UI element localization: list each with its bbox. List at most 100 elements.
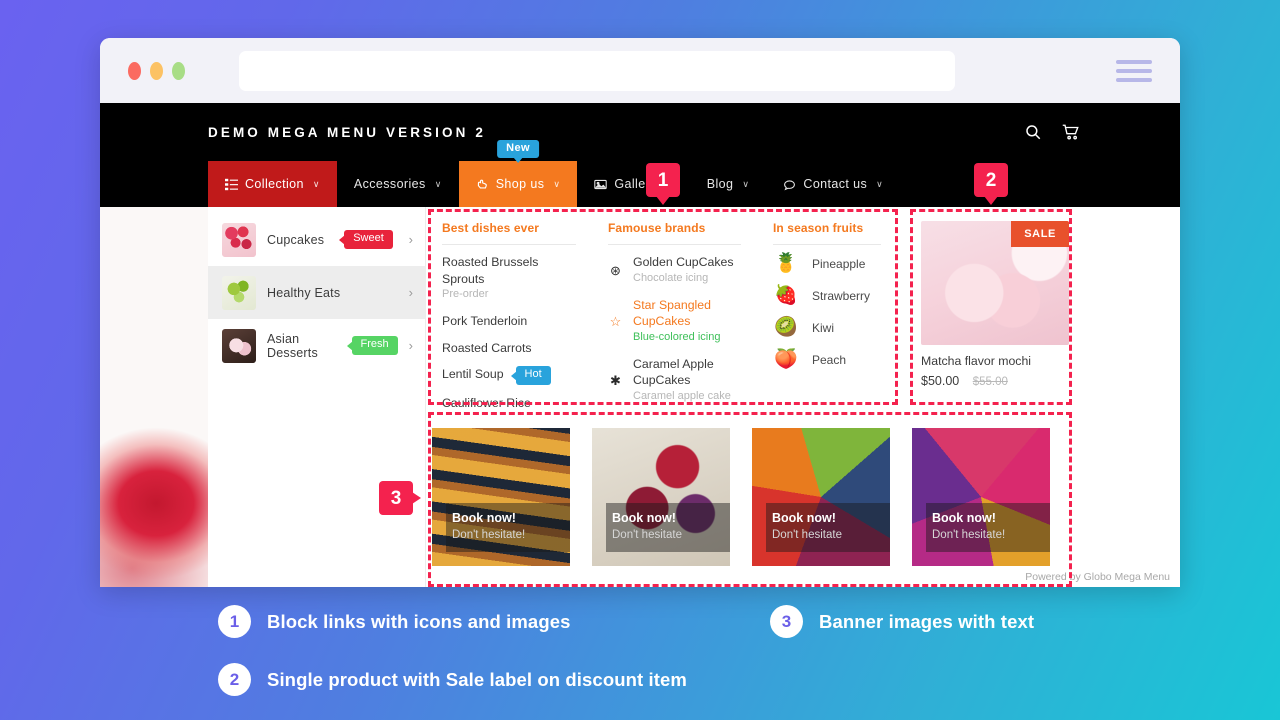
nav-item-label: Accessories <box>353 177 426 191</box>
asterisk-circle-icon: ⊛ <box>610 263 621 279</box>
list-item[interactable]: Pork Tenderloin <box>442 313 576 330</box>
banner-row: Book now! Don't hesitate! Book now! Don'… <box>426 422 1180 566</box>
sidebar-badge-sweet: Sweet <box>344 230 393 249</box>
nav-item-collection[interactable]: Collection ∨ <box>208 161 337 207</box>
link-title: Roasted Brussels Sprouts <box>442 255 539 286</box>
browser-chrome-bar <box>100 38 1180 103</box>
annotation-marker-2: 2 <box>974 163 1008 197</box>
sidebar-item-healthy-eats[interactable]: Healthy Eats › <box>208 266 425 319</box>
link-title: Caramel Apple CupCakes <box>633 356 714 388</box>
close-window-button[interactable] <box>128 61 141 80</box>
product-title: Matcha flavor mochi <box>921 354 1032 368</box>
mega-menu-sidebar: Cupcakes Sweet › Healthy Eats › Asian De… <box>208 207 426 587</box>
banner-subtitle: Don't hesitate <box>772 528 842 541</box>
fruit-label: Strawberry <box>812 288 871 303</box>
mega-menu-panel: Cupcakes Sweet › Healthy Eats › Asian De… <box>100 207 1180 587</box>
legend-number: 3 <box>770 605 803 638</box>
banner-subtitle: Don't hesitate <box>612 528 682 541</box>
product-price: $50.00 <box>921 374 960 388</box>
chevron-down-icon: ∨ <box>312 178 320 189</box>
peach-icon: 🍑 <box>774 349 798 370</box>
minimize-window-button[interactable] <box>150 61 163 80</box>
link-subtitle: Blue-colored icing <box>633 330 721 343</box>
banner-item[interactable]: Book now! Don't hesitate! <box>912 427 1050 566</box>
banner-item[interactable]: Book now! Don't hesitate! <box>432 427 570 566</box>
legend-item-2: 2 Single product with Sale label on disc… <box>218 663 770 696</box>
website-viewport: DEMO MEGA MENU VERSION 2 Collection ∨ Ac… <box>100 103 1180 587</box>
legend-number: 1 <box>218 605 251 638</box>
divider <box>442 244 576 245</box>
hand-icon <box>477 179 487 188</box>
legend-label: Single product with Sale label on discou… <box>267 668 687 690</box>
banner-caption: Book now! Don't hesitate <box>606 503 730 552</box>
legend-label: Banner images with text <box>819 610 1035 632</box>
list-item[interactable]: 🥝 Kiwi <box>773 318 881 337</box>
background-image <box>100 207 208 587</box>
category-thumbnail <box>222 275 256 310</box>
nav-item-label: Shop us <box>495 177 545 191</box>
strawberry-icon: 🍓 <box>774 285 798 306</box>
product-price-row: $50.00 $55.00 <box>921 374 1069 388</box>
link-title: Roasted Carrots <box>442 340 532 355</box>
category-thumbnail <box>222 222 256 257</box>
sidebar-item-label: Asian Desserts <box>267 331 318 360</box>
link-columns: Best dishes ever Roasted Brussels Sprout… <box>426 207 1180 422</box>
sidebar-item-asian-desserts[interactable]: Asian Desserts Fresh › <box>208 319 425 372</box>
main-navigation: Collection ∨ Accessories ∨ New Shop us ∨ <box>100 140 1180 207</box>
list-item[interactable]: Lentil Soup Hot <box>442 366 576 386</box>
list-item[interactable]: ✱ Caramel Apple CupCakes Caramel apple c… <box>608 356 741 405</box>
sidebar-item-cupcakes[interactable]: Cupcakes Sweet › <box>208 213 425 266</box>
banner-title: Book now! <box>452 511 516 526</box>
list-item[interactable]: Roasted Brussels Sprouts Pre-order <box>442 254 576 303</box>
link-title: Pork Tenderloin <box>442 314 528 329</box>
list-item[interactable]: 🍓 Strawberry <box>773 286 881 305</box>
chevron-right-icon: › <box>408 232 413 247</box>
annotation-marker-1: 1 <box>646 163 680 197</box>
legend-item-1: 1 Block links with icons and images <box>218 605 770 638</box>
category-thumbnail <box>222 328 256 363</box>
browser-menu-icon[interactable] <box>1116 59 1152 82</box>
column-heading: In season fruits <box>773 221 864 235</box>
link-subtitle: Pre-order <box>442 288 489 301</box>
search-icon[interactable] <box>1024 123 1042 141</box>
page-title: DEMO MEGA MENU VERSION 2 <box>208 124 486 140</box>
column-heading: Famouse brands <box>608 221 706 235</box>
sidebar-item-label: Cupcakes <box>267 232 325 247</box>
featured-product[interactable]: SALE Matcha flavor mochi $50.00 $55.00 <box>897 221 1085 422</box>
list-item[interactable]: ☆ Star Spangled CupCakes Blue-colored ic… <box>608 297 741 346</box>
divider <box>773 244 881 245</box>
link-subtitle: Caramel apple cake <box>633 389 731 402</box>
address-bar[interactable] <box>239 50 955 91</box>
column-best-dishes: Best dishes ever Roasted Brussels Sprout… <box>426 221 592 422</box>
banner-item[interactable]: Book now! Don't hesitate <box>752 427 890 566</box>
header-icon-group <box>1024 123 1080 141</box>
list-item[interactable]: ⊛ Golden CupCakes Chocolate icing <box>608 254 741 287</box>
list-item[interactable]: 🍑 Peach <box>773 350 881 369</box>
cart-icon[interactable] <box>1062 123 1080 141</box>
nav-item-label: Contact us <box>803 177 868 191</box>
list-item[interactable]: Roasted Carrots <box>442 340 576 357</box>
site-header: DEMO MEGA MENU VERSION 2 <box>100 103 1180 161</box>
product-image: SALE <box>921 221 1069 345</box>
legend-item-3: 3 Banner images with text <box>770 605 1118 638</box>
nav-item-shop-us[interactable]: New Shop us ∨ <box>458 140 578 207</box>
maximize-window-button[interactable] <box>172 61 185 80</box>
chevron-down-icon: ∨ <box>434 178 442 189</box>
nav-item-contact-us[interactable]: Contact us ∨ <box>766 161 900 207</box>
column-in-season-fruits: In season fruits 🍍 Pineapple 🍓 Strawberr… <box>757 221 897 422</box>
fruit-label: Peach <box>812 352 847 367</box>
image-icon <box>594 179 608 189</box>
nav-item-accessories[interactable]: Accessories ∨ <box>337 161 459 207</box>
list-item[interactable]: Cauliflower Rice <box>442 395 576 412</box>
divider <box>608 244 741 245</box>
annotation-marker-3: 3 <box>379 481 413 515</box>
banner-item[interactable]: Book now! Don't hesitate <box>592 427 730 566</box>
sidebar-badge-fresh: Fresh <box>351 336 398 355</box>
sidebar-item-label: Healthy Eats <box>267 285 341 300</box>
nav-item-blog[interactable]: Blog ∨ <box>690 161 767 207</box>
list-item[interactable]: 🍍 Pineapple <box>773 254 881 273</box>
nav-item-label: Collection <box>245 177 304 191</box>
nav-item-label: Blog <box>706 177 734 191</box>
banner-title: Book now! <box>772 511 836 526</box>
banner-title: Book now! <box>612 511 676 526</box>
